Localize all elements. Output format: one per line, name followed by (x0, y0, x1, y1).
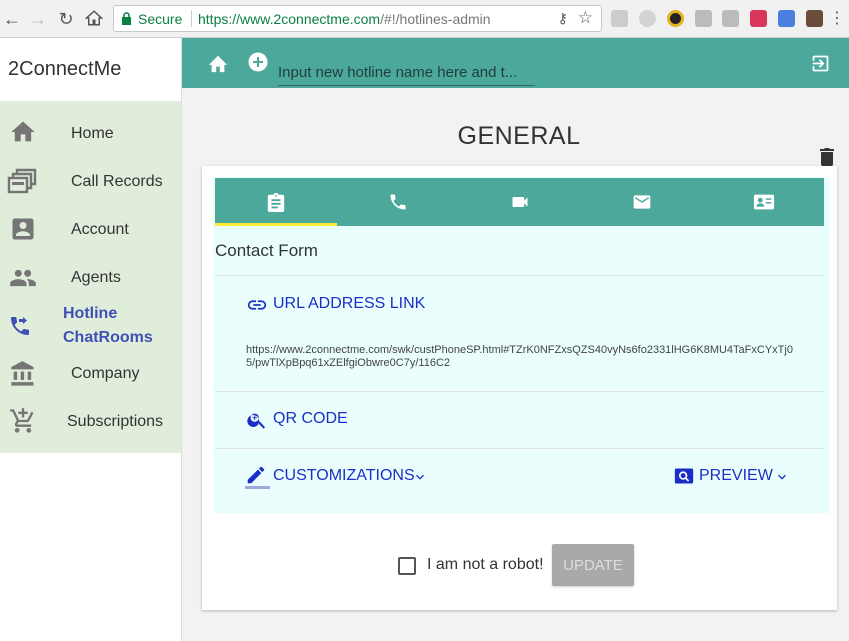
section-title: Contact Form (215, 241, 318, 260)
account-icon (12, 218, 34, 240)
hotline-card: Contact Form URL ADDRESS LINK https://ww… (202, 166, 837, 610)
sidebar-item-account[interactable]: Account (0, 206, 181, 254)
phone-icon (390, 194, 406, 210)
edit-underline (245, 486, 270, 489)
channel-tabs (215, 178, 824, 226)
url-text: https://www.2connectme.com/#!/hotlines-a… (198, 11, 491, 27)
chevron-down-icon[interactable] (412, 469, 428, 485)
tab-phone[interactable] (337, 178, 459, 226)
sidebar-item-label: Call Records (71, 173, 163, 190)
sidebar-item-label: Agents (71, 269, 121, 286)
sidebar-item-label: Company (71, 365, 140, 382)
records-icon (7, 168, 37, 194)
contact-card-icon (753, 194, 775, 210)
agents-icon (10, 269, 36, 287)
video-icon (512, 197, 528, 207)
tab-email[interactable] (581, 178, 703, 226)
link-icon (247, 300, 267, 310)
forward-icon[interactable]: → (28, 9, 48, 29)
customizations-toggle[interactable]: CUSTOMIZATIONS (273, 467, 415, 485)
brand-title: 2ConnectMe (8, 58, 122, 80)
menu-dots-icon[interactable]: ⋮ (827, 9, 847, 29)
robot-checkbox[interactable] (398, 557, 416, 575)
screen-extension-icon[interactable] (695, 10, 712, 27)
add-hotline-icon[interactable] (248, 52, 268, 72)
chevron-down-icon[interactable] (774, 469, 790, 485)
home-icon[interactable] (207, 53, 229, 73)
mail-icon (633, 195, 651, 209)
contact-form-panel: Contact Form URL ADDRESS LINK https://ww… (213, 177, 830, 513)
browser-toolbar: ← → ↻ Secure https://www.2connectme.com/… (0, 0, 849, 38)
sidebar-item-call-records[interactable]: Call Records (0, 158, 181, 206)
sidebar-item-hotline-chatrooms[interactable]: Hotline ChatRooms (0, 302, 181, 350)
url-address-link[interactable]: URL ADDRESS LINK (273, 295, 425, 313)
extension-icon[interactable] (667, 10, 684, 27)
address-bar[interactable]: Secure https://www.2connectme.com/#!/hot… (113, 5, 602, 32)
browser-home-icon[interactable] (84, 9, 104, 29)
tab-contact-card[interactable] (703, 178, 825, 226)
translate-extension-icon[interactable] (778, 10, 795, 27)
sidebar-item-label: Account (71, 221, 129, 238)
divider (215, 448, 824, 449)
screen2-extension-icon[interactable] (722, 10, 739, 27)
star-icon[interactable]: ☆ (578, 8, 593, 28)
lock-icon (122, 12, 131, 25)
qr-code-link[interactable]: QR CODE (273, 410, 348, 428)
sidebar-menu: Home Call Records Account Agents Hotline… (0, 101, 181, 453)
sidebar-item-agents[interactable]: Agents (0, 254, 181, 302)
url-path: /#!/hotlines-admin (380, 11, 491, 27)
tab-video[interactable] (459, 178, 581, 226)
bank-icon (11, 361, 34, 386)
logout-icon[interactable] (810, 53, 831, 74)
clipboard-icon (267, 192, 285, 212)
sidebar-item-label-line2: ChatRooms (63, 329, 153, 346)
hotline-name-input[interactable] (278, 60, 535, 86)
sidebar-item-company[interactable]: Company (0, 350, 181, 398)
key-icon[interactable]: ⚷ (558, 10, 568, 27)
sidebar-item-label: Subscriptions (67, 413, 164, 430)
page-title: GENERAL (457, 122, 581, 150)
divider (215, 275, 824, 276)
sidebar-item-label: Hotline (63, 305, 118, 322)
sidebar-item-label: Home (71, 125, 114, 142)
divider (215, 391, 824, 392)
cart-icon (10, 408, 34, 433)
url-host: https://www.2connectme.com (198, 11, 381, 27)
top-app-bar (182, 38, 849, 88)
robot-label: I am not a robot! (427, 556, 544, 573)
secure-label: Secure (138, 11, 183, 27)
sidebar-item-subscriptions[interactable]: Subscriptions (0, 398, 181, 446)
preview-toggle[interactable]: PREVIEW (699, 467, 773, 485)
edit-icon (247, 466, 265, 484)
reload-icon[interactable]: ↻ (56, 9, 76, 29)
record-extension-icon[interactable] (750, 10, 767, 27)
update-button[interactable]: UPDATE (552, 544, 634, 586)
hotline-url-value[interactable]: https://www.2connectme.com/swk/custPhone… (246, 344, 796, 370)
skype-extension-icon[interactable] (639, 10, 656, 27)
phone-forward-icon (11, 317, 29, 335)
back-icon[interactable]: ← (2, 9, 22, 29)
tab-contact-form[interactable] (215, 178, 337, 226)
zoom-in-icon (247, 413, 266, 429)
delete-icon[interactable] (819, 147, 835, 166)
address-divider (191, 10, 192, 27)
home-icon (11, 121, 35, 142)
preview-icon (674, 468, 694, 484)
drive-extension-icon[interactable] (611, 10, 628, 27)
sidebar-item-home[interactable]: Home (0, 110, 181, 158)
sidebar: 2ConnectMe Home Call Records Account Age… (0, 38, 182, 641)
profile-avatar[interactable] (806, 10, 823, 27)
